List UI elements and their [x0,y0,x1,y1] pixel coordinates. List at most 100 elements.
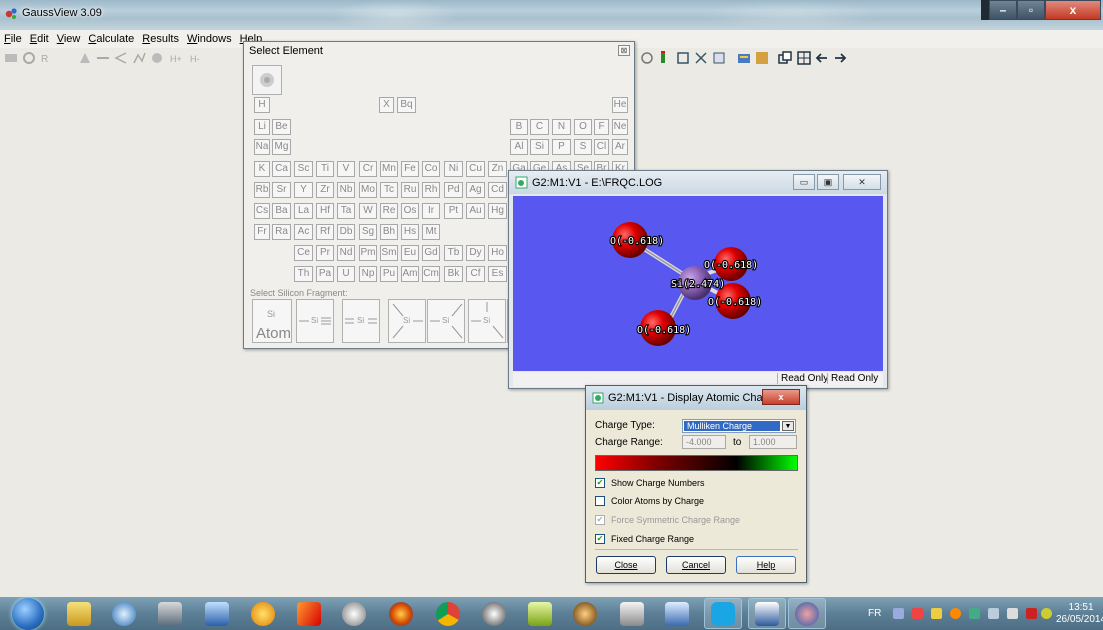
silicon-fragment-button[interactable]: Si [427,299,465,343]
silicon-fragment-button[interactable]: Si [388,299,426,343]
maximize-button[interactable]: ▫ [1017,0,1045,20]
language-indicator[interactable]: FR [868,608,881,619]
element-button[interactable]: Cd [488,182,507,198]
app-icon[interactable] [112,602,136,626]
add-valence-icon[interactable]: H+ [170,51,184,65]
element-button[interactable]: Cr [359,161,377,177]
silicon-fragment-button[interactable]: Si [468,299,506,343]
element-button[interactable]: Ac [294,224,313,240]
clean-icon[interactable] [694,51,708,65]
restore-icon[interactable]: ▣ [817,174,839,190]
checkbox-show-charge-numbers[interactable]: ✔ Show Charge Numbers [595,476,705,489]
arrow-left-icon[interactable] [815,51,829,65]
element-button[interactable]: W [359,203,377,219]
element-button[interactable]: Zr [316,182,334,198]
element-button[interactable]: Ir [422,203,440,219]
minimize-icon[interactable]: ▭ [793,174,815,190]
chrome-icon[interactable] [436,602,460,626]
element-button[interactable]: Hs [401,224,419,240]
arrow-right-icon[interactable] [833,51,847,65]
word-icon[interactable] [755,602,779,626]
cancel-button[interactable]: Cancel [666,556,726,574]
element-button[interactable]: N [552,119,571,135]
element-button[interactable]: Zn [488,161,507,177]
close-icon[interactable]: x [762,389,800,405]
element-button[interactable]: Mn [380,161,398,177]
check-icon[interactable]: ✔ [595,477,605,488]
element-button[interactable]: Tc [380,182,398,198]
menu-calculate[interactable]: Calculate [88,33,134,45]
app-icon[interactable] [342,602,366,626]
element-button[interactable]: Fr [254,224,270,240]
volume-icon[interactable] [1007,608,1018,619]
element-button[interactable]: Cf [466,266,485,282]
tray-icon[interactable] [950,608,961,619]
r-group-icon[interactable]: R [40,51,54,65]
rotate-icon[interactable] [640,51,654,65]
element-button[interactable]: Tb [444,245,463,261]
element-button[interactable]: Pm [359,245,377,261]
tile-windows-icon[interactable] [797,51,811,65]
checkbox-color-atoms-by-charge[interactable]: Color Atoms by Charge [595,494,704,507]
help-button[interactable]: Help [736,556,796,574]
element-button[interactable]: Ce [294,245,313,261]
file-explorer-icon[interactable] [67,602,91,626]
element-button[interactable]: S [574,139,592,155]
element-button[interactable]: Ar [612,139,628,155]
element-button[interactable]: Pr [316,245,334,261]
app-icon[interactable] [573,602,597,626]
close-icon[interactable]: ⊠ [618,45,630,56]
element-button[interactable]: Np [359,266,377,282]
element-button[interactable]: X [379,97,394,113]
element-button[interactable]: Sm [380,245,398,261]
element-button[interactable]: Fe [401,161,419,177]
element-button[interactable]: Co [422,161,440,177]
element-button[interactable]: Pd [444,182,463,198]
element-picker-button[interactable] [252,65,282,95]
menu-file[interactable]: File [4,33,22,45]
element-button[interactable]: V [337,161,355,177]
element-button[interactable]: Nd [337,245,355,261]
element-button[interactable]: Bq [397,97,416,113]
app-icon[interactable] [665,602,689,626]
close-button[interactable]: x [1045,0,1101,20]
ring-icon[interactable] [22,51,36,65]
menu-results[interactable]: Results [142,33,179,45]
element-button[interactable]: Al [510,139,528,155]
silicon-fragment-button[interactable]: Si [296,299,334,343]
element-button[interactable]: Ru [401,182,419,198]
element-button[interactable]: La [294,203,313,219]
element-button[interactable]: U [337,266,355,282]
menu-windows[interactable]: Windows [187,33,232,45]
start-button[interactable] [12,598,44,630]
fragment-icon[interactable] [78,51,92,65]
element-button[interactable]: K [254,161,270,177]
network-icon[interactable] [988,608,999,619]
check-icon[interactable]: ✔ [595,533,605,544]
new-window-icon[interactable] [778,51,792,65]
element-button[interactable]: F [594,119,609,135]
tray-icon[interactable] [969,608,980,619]
atom-fragment-button[interactable]: Si Atom [252,299,292,343]
checkbox-empty[interactable] [595,495,605,506]
element-button[interactable]: Nb [337,182,355,198]
element-button[interactable]: P [552,139,571,155]
element-button[interactable]: Cs [254,203,270,219]
silicon-fragment-button[interactable]: Si [342,299,380,343]
element-button[interactable]: Db [337,224,355,240]
app-icon[interactable] [620,602,644,626]
element-button[interactable]: Ca [272,161,291,177]
element-button[interactable]: Cm [422,266,440,282]
skype-icon[interactable] [711,602,735,626]
element-button[interactable]: Eu [401,245,419,261]
symmetry-icon[interactable] [712,51,726,65]
element-button[interactable]: Os [401,203,419,219]
select-icon[interactable] [676,51,690,65]
element-button[interactable]: Es [488,266,507,282]
bond-icon[interactable] [96,51,110,65]
element-button[interactable]: Au [466,203,485,219]
element-button[interactable]: Ni [444,161,463,177]
delete-atom-icon[interactable]: H- [190,51,204,65]
element-button[interactable]: Be [272,119,291,135]
element-button[interactable]: Cu [466,161,485,177]
